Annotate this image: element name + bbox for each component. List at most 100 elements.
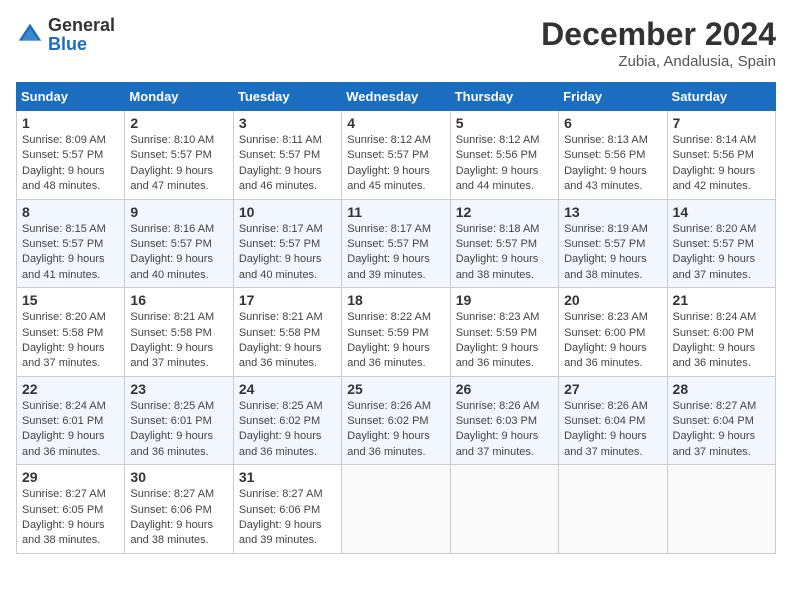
day-info: Sunrise: 8:24 AM Sunset: 6:00 PM Dayligh… [673, 310, 770, 372]
day-number: 31 [239, 469, 336, 485]
calendar-cell: 8Sunrise: 8:15 AM Sunset: 5:57 PM Daylig… [17, 199, 125, 288]
calendar-cell: 9 Sunrise: 8:16 AM Sunset: 5:57 PM Daylig… [125, 199, 233, 288]
day-info: Sunrise: 8:23 AM Sunset: 5:59 PM Dayligh… [456, 310, 553, 372]
calendar-cell [559, 465, 667, 554]
calendar-cell [667, 465, 775, 554]
calendar-cell: 1 Sunrise: 8:09 AM Sunset: 5:57 PM Daylig… [17, 111, 125, 200]
calendar-cell: 25 Sunrise: 8:26 AM Sunset: 6:02 PM Dayli… [342, 376, 450, 465]
calendar-cell: 11Sunrise: 8:17 AM Sunset: 5:57 PM Dayli… [342, 199, 450, 288]
calendar-cell: 29Sunrise: 8:27 AM Sunset: 6:05 PM Dayli… [17, 465, 125, 554]
weekday-header: Wednesday [342, 83, 450, 111]
day-number: 5 [456, 115, 553, 131]
day-info: Sunrise: 8:14 AM Sunset: 5:56 PM Dayligh… [673, 133, 770, 195]
day-info: Sunrise: 8:21 AM Sunset: 5:58 PM Dayligh… [239, 310, 336, 372]
day-info: Sunrise: 8:09 AM Sunset: 5:57 PM Dayligh… [22, 133, 119, 195]
calendar-cell: 2Sunrise: 8:10 AM Sunset: 5:57 PM Daylig… [125, 111, 233, 200]
calendar-cell: 14 Sunrise: 8:20 AM Sunset: 5:57 PM Dayli… [667, 199, 775, 288]
day-info: Sunrise: 8:21 AM Sunset: 5:58 PM Dayligh… [130, 310, 227, 372]
day-number: 17 [239, 292, 336, 308]
day-number: 28 [673, 381, 770, 397]
day-info: Sunrise: 8:27 AM Sunset: 6:04 PM Dayligh… [673, 399, 770, 461]
calendar-cell: 13 Sunrise: 8:19 AM Sunset: 5:57 PM Dayli… [559, 199, 667, 288]
month-title: December 2024 [541, 16, 776, 53]
weekday-header: Thursday [450, 83, 558, 111]
day-number: 3 [239, 115, 336, 131]
calendar-cell: 28 Sunrise: 8:27 AM Sunset: 6:04 PM Dayli… [667, 376, 775, 465]
weekday-header: Friday [559, 83, 667, 111]
calendar-cell [342, 465, 450, 554]
day-info: Sunrise: 8:23 AM Sunset: 6:00 PM Dayligh… [564, 310, 661, 372]
calendar-cell: 3 Sunrise: 8:11 AM Sunset: 5:57 PM Daylig… [233, 111, 341, 200]
day-info: Sunrise: 8:20 AM Sunset: 5:58 PM Dayligh… [22, 310, 119, 372]
day-number: 19 [456, 292, 553, 308]
day-info: Sunrise: 8:24 AM Sunset: 6:01 PM Dayligh… [22, 399, 119, 461]
day-info: Sunrise: 8:26 AM Sunset: 6:02 PM Dayligh… [347, 399, 444, 461]
calendar-cell: 17 Sunrise: 8:21 AM Sunset: 5:58 PM Dayli… [233, 288, 341, 377]
day-info: Sunrise: 8:25 AM Sunset: 6:01 PM Dayligh… [130, 399, 227, 461]
calendar-week-row: 22 Sunrise: 8:24 AM Sunset: 6:01 PM Dayli… [17, 376, 776, 465]
logo-icon [16, 21, 44, 49]
calendar-cell: 19 Sunrise: 8:23 AM Sunset: 5:59 PM Dayli… [450, 288, 558, 377]
calendar-week-row: 8Sunrise: 8:15 AM Sunset: 5:57 PM Daylig… [17, 199, 776, 288]
calendar-cell: 12 Sunrise: 8:18 AM Sunset: 5:57 PM Dayli… [450, 199, 558, 288]
calendar-cell: 23 Sunrise: 8:25 AM Sunset: 6:01 PM Dayli… [125, 376, 233, 465]
calendar-cell: 20 Sunrise: 8:23 AM Sunset: 6:00 PM Dayli… [559, 288, 667, 377]
day-number: 4 [347, 115, 444, 131]
calendar-cell: 5Sunrise: 8:12 AM Sunset: 5:56 PM Daylig… [450, 111, 558, 200]
day-number: 27 [564, 381, 661, 397]
calendar-cell: 26Sunrise: 8:26 AM Sunset: 6:03 PM Dayli… [450, 376, 558, 465]
day-info: Sunrise: 8:11 AM Sunset: 5:57 PM Dayligh… [239, 133, 336, 195]
day-number: 30 [130, 469, 227, 485]
day-number: 18 [347, 292, 444, 308]
weekday-header: Saturday [667, 83, 775, 111]
calendar-cell: 4Sunrise: 8:12 AM Sunset: 5:57 PM Daylig… [342, 111, 450, 200]
day-number: 20 [564, 292, 661, 308]
day-number: 25 [347, 381, 444, 397]
day-info: Sunrise: 8:19 AM Sunset: 5:57 PM Dayligh… [564, 222, 661, 284]
day-info: Sunrise: 8:22 AM Sunset: 5:59 PM Dayligh… [347, 310, 444, 372]
logo-blue: Blue [48, 34, 87, 54]
calendar-cell: 15Sunrise: 8:20 AM Sunset: 5:58 PM Dayli… [17, 288, 125, 377]
calendar-week-row: 29Sunrise: 8:27 AM Sunset: 6:05 PM Dayli… [17, 465, 776, 554]
day-number: 21 [673, 292, 770, 308]
calendar-cell: 30 Sunrise: 8:27 AM Sunset: 6:06 PM Dayli… [125, 465, 233, 554]
day-number: 12 [456, 204, 553, 220]
day-info: Sunrise: 8:16 AM Sunset: 5:57 PM Dayligh… [130, 222, 227, 284]
calendar-cell [450, 465, 558, 554]
day-info: Sunrise: 8:25 AM Sunset: 6:02 PM Dayligh… [239, 399, 336, 461]
day-number: 16 [130, 292, 227, 308]
calendar-cell: 18 Sunrise: 8:22 AM Sunset: 5:59 PM Dayli… [342, 288, 450, 377]
day-info: Sunrise: 8:27 AM Sunset: 6:06 PM Dayligh… [130, 487, 227, 549]
day-info: Sunrise: 8:17 AM Sunset: 5:57 PM Dayligh… [239, 222, 336, 284]
day-info: Sunrise: 8:18 AM Sunset: 5:57 PM Dayligh… [456, 222, 553, 284]
page-header: General Blue December 2024 Zubia, Andalu… [16, 16, 776, 70]
day-number: 9 [130, 204, 227, 220]
day-number: 14 [673, 204, 770, 220]
calendar-week-row: 15Sunrise: 8:20 AM Sunset: 5:58 PM Dayli… [17, 288, 776, 377]
calendar-cell: 21 Sunrise: 8:24 AM Sunset: 6:00 PM Dayli… [667, 288, 775, 377]
day-info: Sunrise: 8:17 AM Sunset: 5:57 PM Dayligh… [347, 222, 444, 284]
day-info: Sunrise: 8:26 AM Sunset: 6:04 PM Dayligh… [564, 399, 661, 461]
calendar-cell: 16 Sunrise: 8:21 AM Sunset: 5:58 PM Dayli… [125, 288, 233, 377]
day-info: Sunrise: 8:13 AM Sunset: 5:56 PM Dayligh… [564, 133, 661, 195]
day-number: 13 [564, 204, 661, 220]
location: Zubia, Andalusia, Spain [541, 53, 776, 70]
weekday-header: Sunday [17, 83, 125, 111]
day-info: Sunrise: 8:20 AM Sunset: 5:57 PM Dayligh… [673, 222, 770, 284]
day-info: Sunrise: 8:27 AM Sunset: 6:05 PM Dayligh… [22, 487, 119, 549]
calendar-week-row: 1 Sunrise: 8:09 AM Sunset: 5:57 PM Daylig… [17, 111, 776, 200]
day-number: 22 [22, 381, 119, 397]
day-info: Sunrise: 8:26 AM Sunset: 6:03 PM Dayligh… [456, 399, 553, 461]
day-number: 23 [130, 381, 227, 397]
calendar-table: SundayMondayTuesdayWednesdayThursdayFrid… [16, 82, 776, 554]
calendar-cell: 24Sunrise: 8:25 AM Sunset: 6:02 PM Dayli… [233, 376, 341, 465]
weekday-header: Tuesday [233, 83, 341, 111]
calendar-cell: 6Sunrise: 8:13 AM Sunset: 5:56 PM Daylig… [559, 111, 667, 200]
calendar-cell: 10Sunrise: 8:17 AM Sunset: 5:57 PM Dayli… [233, 199, 341, 288]
logo-general: General [48, 15, 115, 35]
calendar-cell: 31Sunrise: 8:27 AM Sunset: 6:06 PM Dayli… [233, 465, 341, 554]
logo: General Blue [16, 16, 115, 54]
day-number: 1 [22, 115, 119, 131]
calendar-cell: 27 Sunrise: 8:26 AM Sunset: 6:04 PM Dayli… [559, 376, 667, 465]
calendar-cell: 7Sunrise: 8:14 AM Sunset: 5:56 PM Daylig… [667, 111, 775, 200]
